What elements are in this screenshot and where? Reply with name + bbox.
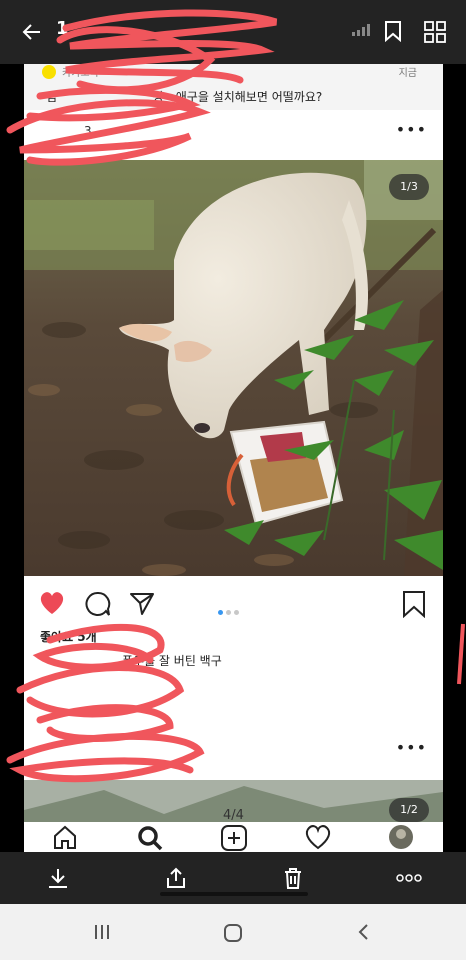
instagram-bottom-nav xyxy=(24,822,443,852)
avatar-icon[interactable] xyxy=(388,824,414,850)
image-counter-badge: 1/3 xyxy=(389,174,429,200)
back-button-icon[interactable] xyxy=(354,922,374,942)
trash-icon[interactable] xyxy=(282,866,304,890)
viewer-left-margin xyxy=(0,64,24,852)
bookmark-icon[interactable] xyxy=(384,20,402,42)
viewer-title: 1 xyxy=(56,18,69,39)
gesture-bar xyxy=(160,892,308,896)
post-photo[interactable]: 1/3 xyxy=(24,160,443,576)
screenshot-content: 카카오톡 지금 김 장 애구을 설치해보면 어떨까요? 3 ••• 1/3 좋아… xyxy=(24,64,443,852)
more-options-icon[interactable]: ••• xyxy=(396,120,427,139)
bookmark-icon[interactable] xyxy=(402,590,426,618)
notification-app-name: 카카오톡 xyxy=(62,68,99,79)
download-icon[interactable] xyxy=(46,866,70,890)
recents-icon[interactable] xyxy=(92,922,112,942)
heart-icon[interactable] xyxy=(38,590,66,616)
notification-message: 김 장 애구을 설치해보면 어떨까요? xyxy=(46,88,322,105)
carousel-dot xyxy=(234,610,239,615)
carousel-dot-active xyxy=(218,610,223,615)
post-caption: 폭우를 잘 버틴 백구 xyxy=(122,654,222,668)
notification-message-start: 김 xyxy=(46,90,58,104)
kakaotalk-icon xyxy=(42,65,56,79)
more-options-icon[interactable]: ••• xyxy=(396,738,427,757)
notification-message-end: 장 애구을 설치해보면 어떨까요? xyxy=(152,90,323,104)
carousel-dots xyxy=(218,600,252,615)
right-edge-mark xyxy=(457,623,465,685)
back-arrow-icon[interactable] xyxy=(20,20,44,44)
viewer-bottom-toolbar xyxy=(0,852,466,904)
more-icon[interactable] xyxy=(396,874,422,882)
home-button-icon[interactable] xyxy=(222,922,244,944)
add-icon[interactable] xyxy=(220,824,248,852)
home-icon[interactable] xyxy=(52,824,78,850)
search-icon[interactable] xyxy=(136,824,164,852)
dog-photo-image xyxy=(24,160,443,576)
grid-icon[interactable] xyxy=(424,21,446,43)
share-upload-icon[interactable] xyxy=(164,866,188,890)
post-author[interactable]: 3 xyxy=(84,124,92,138)
heart-outline-icon[interactable] xyxy=(304,824,332,850)
viewer-page-indicator: 4/4 xyxy=(223,808,244,823)
comment-icon[interactable] xyxy=(84,590,112,618)
signal-icon xyxy=(352,24,370,36)
viewer-top-bar: 1 xyxy=(0,0,466,64)
notification-time: 지금 xyxy=(398,68,417,79)
carousel-dot xyxy=(226,610,231,615)
share-icon[interactable] xyxy=(128,590,156,618)
android-nav-bar xyxy=(0,904,466,960)
notification-banner[interactable]: 카카오톡 지금 김 장 애구을 설치해보면 어떨까요? xyxy=(24,64,443,110)
post-actions xyxy=(24,584,443,624)
viewer-right-margin xyxy=(443,64,466,852)
likes-count[interactable]: 좋아요 5개 xyxy=(40,628,97,645)
post-header: 3 ••• xyxy=(24,110,443,160)
